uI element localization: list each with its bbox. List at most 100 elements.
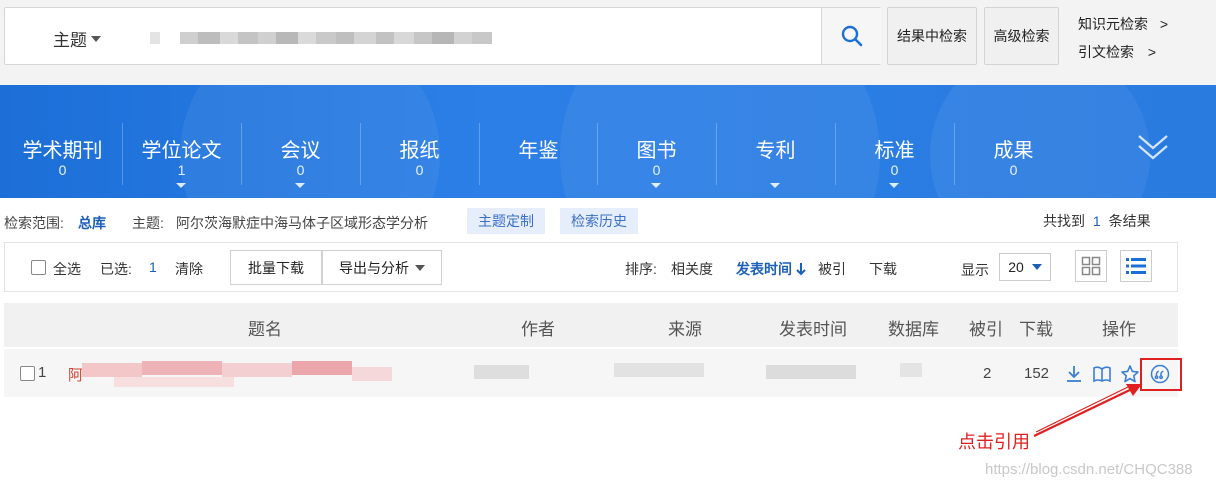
category-name: 年鉴 <box>518 140 559 162</box>
caret-down-icon <box>651 183 661 188</box>
sort-relevance-link[interactable]: 相关度 <box>671 259 713 279</box>
category-name: 学术期刊 <box>22 140 103 162</box>
caret-down-icon <box>176 183 186 188</box>
category-tab-journals[interactable]: 学术期刊 0 <box>3 85 122 198</box>
category-bar: 学术期刊 0 学位论文 1 会议 0 报纸 0 年鉴 图书 0 专利 标准 0 <box>0 85 1216 198</box>
grid-icon <box>1081 256 1101 276</box>
search-field-select[interactable]: 主题 <box>53 26 101 51</box>
category-count: 1 <box>177 162 186 178</box>
result-count-suffix: 条结果 <box>1108 213 1151 229</box>
redacted-text <box>82 363 142 377</box>
expand-more-icon[interactable] <box>1136 130 1170 164</box>
scope-value-link[interactable]: 总库 <box>78 213 106 233</box>
search-header: 主题 结果中检索 高级检索 知识元检索 > 引文检索 > <box>0 0 1216 85</box>
arrow-down-icon <box>796 263 806 276</box>
redacted-source <box>614 363 704 377</box>
list-icon <box>1126 258 1146 274</box>
chevron-down-icon <box>91 35 101 42</box>
category-tab-patents[interactable]: 专利 <box>716 85 835 198</box>
sort-download-link[interactable]: 下载 <box>869 259 897 279</box>
search-input[interactable] <box>145 20 815 54</box>
row-checkbox[interactable] <box>20 366 35 381</box>
result-count: 共找到 1 条结果 <box>1043 211 1151 231</box>
select-all-checkbox[interactable] <box>31 260 46 275</box>
caret-down-icon <box>295 183 305 188</box>
results-toolbar: 全选 已选: 1 清除 批量下载 导出与分析 排序: 相关度 发表时间 被引 下… <box>4 242 1178 292</box>
category-tab-newspapers[interactable]: 报纸 0 <box>360 85 479 198</box>
search-scope-row: 检索范围: 总库 主题: 阿尔茨海默症中海马体子区域形态学分析 主题定制 检索历… <box>0 205 1216 237</box>
results-table-header: 题名 作者 来源 发表时间 数据库 被引 下载 操作 <box>4 303 1178 347</box>
batch-download-label: 批量下载 <box>248 259 304 276</box>
category-tab-achievements[interactable]: 成果 0 <box>954 85 1073 198</box>
column-header-author: 作者 <box>521 320 555 339</box>
category-tab-standards[interactable]: 标准 0 <box>835 85 954 198</box>
chevron-right-icon: > <box>1147 44 1157 60</box>
category-tab-conferences[interactable]: 会议 0 <box>241 85 360 198</box>
table-row: 1 阿 2 152 <box>4 349 1178 397</box>
export-analysis-dropdown[interactable]: 导出与分析 <box>322 250 442 285</box>
category-count: 0 <box>890 162 899 178</box>
redacted-text <box>352 367 392 381</box>
redacted-text <box>292 361 352 375</box>
selected-label: 已选: <box>100 261 132 277</box>
sort-cited-link[interactable]: 被引 <box>818 259 846 279</box>
category-tab-books[interactable]: 图书 0 <box>597 85 716 198</box>
annotation-text: 点击引用 <box>958 432 1030 452</box>
topic-custom-button[interactable]: 主题定制 <box>467 208 545 234</box>
search-in-results-label: 结果中检索 <box>897 28 967 44</box>
column-header-cited: 被引 <box>969 320 1003 339</box>
sort-label: 排序: <box>625 261 657 277</box>
redacted-date <box>766 365 856 379</box>
clear-selection-link[interactable]: 清除 <box>175 259 203 279</box>
knowledge-search-link[interactable]: 知识元检索 > <box>1078 14 1168 34</box>
caret-down-icon <box>889 183 899 188</box>
sort-date-label: 发表时间 <box>736 261 792 277</box>
column-header-title: 题名 <box>248 320 282 339</box>
chevron-down-icon <box>415 264 425 271</box>
select-all-label[interactable]: 全选 <box>53 259 81 279</box>
redacted-text <box>222 363 292 377</box>
column-header-actions: 操作 <box>1102 320 1136 339</box>
category-name: 会议 <box>280 140 321 162</box>
result-count-prefix: 共找到 <box>1043 213 1085 229</box>
topic-custom-label: 主题定制 <box>478 213 534 229</box>
search-box: 主题 <box>4 7 881 65</box>
display-label: 显示 <box>961 262 989 278</box>
redacted-database <box>900 363 922 377</box>
redacted-text <box>114 377 234 387</box>
topic-label: 主题: <box>132 215 164 231</box>
redacted-text <box>142 361 222 375</box>
knowledge-search-label: 知识元检索 <box>1078 16 1148 32</box>
category-count: 0 <box>296 162 305 178</box>
citation-search-label: 引文检索 <box>1078 44 1134 60</box>
category-name: 学位论文 <box>141 140 222 162</box>
export-analysis-label: 导出与分析 <box>339 259 409 276</box>
grid-view-button[interactable] <box>1075 250 1107 282</box>
page-size-select[interactable]: 20 <box>999 253 1051 281</box>
category-count: 0 <box>58 162 67 178</box>
search-history-button[interactable]: 检索历史 <box>560 208 638 234</box>
category-name: 标准 <box>874 140 915 162</box>
category-count: 0 <box>1009 162 1018 178</box>
cited-count: 2 <box>983 365 992 382</box>
column-header-source: 来源 <box>668 320 702 339</box>
column-header-database: 数据库 <box>888 320 939 339</box>
redacted-author <box>474 365 529 379</box>
category-name: 报纸 <box>399 140 440 162</box>
advanced-search-label: 高级检索 <box>993 28 1050 44</box>
search-button[interactable] <box>821 8 881 64</box>
category-name: 专利 <box>755 140 796 162</box>
list-view-button[interactable] <box>1120 250 1152 282</box>
batch-download-button[interactable]: 批量下载 <box>230 250 322 285</box>
category-tab-yearbooks[interactable]: 年鉴 <box>479 85 598 198</box>
search-in-results-button[interactable]: 结果中检索 <box>887 7 977 65</box>
search-field-label: 主题 <box>53 31 87 50</box>
annotation-arrow-icon <box>1033 384 1142 437</box>
sort-date-link[interactable]: 发表时间 <box>736 259 806 279</box>
scope-label: 检索范围: <box>4 215 64 231</box>
citation-search-link[interactable]: 引文检索 > <box>1078 42 1156 62</box>
caret-down-icon <box>770 183 780 188</box>
chevron-down-icon <box>1031 264 1042 270</box>
category-tab-theses[interactable]: 学位论文 1 <box>122 85 241 198</box>
advanced-search-button[interactable]: 高级检索 <box>984 7 1059 65</box>
